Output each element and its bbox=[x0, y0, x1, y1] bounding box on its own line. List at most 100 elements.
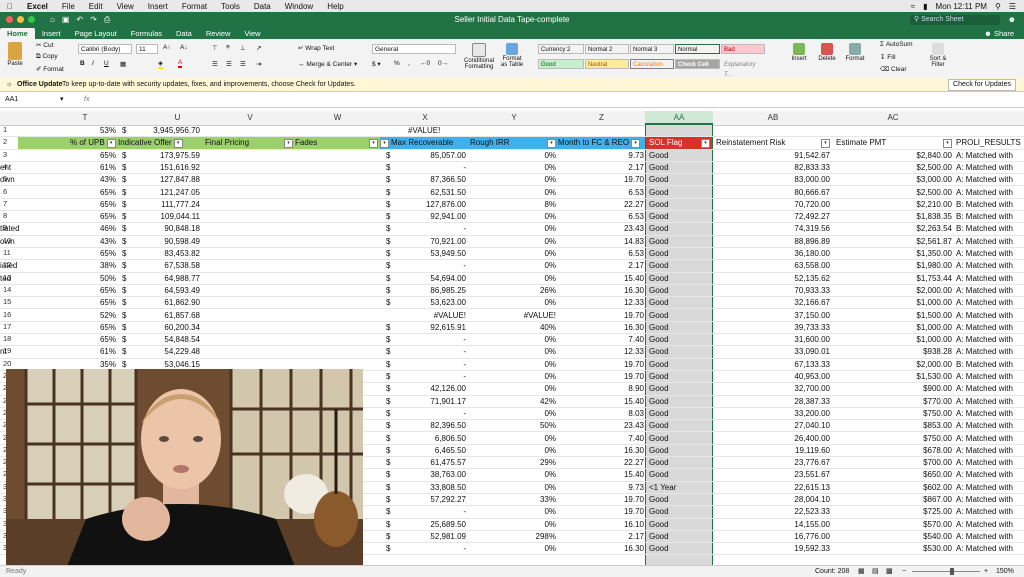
cell-pct-upb[interactable]: 65% bbox=[70, 248, 116, 260]
cell-reinstatement-risk[interactable]: 33,090.01 bbox=[716, 346, 830, 358]
cell-reinstatement-risk[interactable]: 23,551.67 bbox=[716, 469, 830, 481]
cell-reinstatement-risk[interactable]: 72,492.27 bbox=[716, 211, 830, 223]
cell-reinstatement-risk[interactable]: 36,180.00 bbox=[716, 248, 830, 260]
format-as-table-button[interactable]: Format as Table bbox=[499, 43, 525, 68]
cell-estimate-pmt[interactable]: $678.00 bbox=[836, 445, 952, 457]
cell-rough-irr[interactable]: 0% bbox=[480, 236, 556, 248]
cell-max-recoverable[interactable]: 53,623.00 bbox=[392, 297, 466, 309]
cell-proli-results[interactable]: B: Matched with bbox=[956, 359, 1024, 371]
cell-rough-irr[interactable]: 50% bbox=[480, 420, 556, 432]
cell-pct-upb[interactable]: 65% bbox=[70, 150, 116, 162]
cell-reinstatement-risk[interactable]: 70,933.33 bbox=[716, 285, 830, 297]
cell-estimate-pmt[interactable]: $3,000.00 bbox=[836, 174, 952, 186]
menu-help[interactable]: Help bbox=[320, 2, 350, 11]
cell-estimate-pmt[interactable]: $750.00 bbox=[836, 408, 952, 420]
cell-month-to-fc[interactable]: 16.30 bbox=[570, 445, 644, 457]
battery-icon[interactable]: ▮ bbox=[923, 2, 927, 11]
cell-reinstatement-risk[interactable]: 88,896.89 bbox=[716, 236, 830, 248]
cell-pct-upb[interactable]: 65% bbox=[70, 322, 116, 334]
cell-max-recoverable[interactable]: #VALUE! bbox=[392, 310, 466, 322]
cell-pct-upb[interactable]: 43% bbox=[70, 174, 116, 186]
cell-pct-upb[interactable]: 38% bbox=[70, 260, 116, 272]
cell-sol-flag[interactable]: Good bbox=[649, 519, 709, 531]
cell-month-to-fc[interactable]: 2.17 bbox=[570, 260, 644, 272]
cell-rough-irr[interactable]: 8% bbox=[480, 199, 556, 211]
page-layout-view-icon[interactable]: ▤ bbox=[872, 566, 879, 577]
increase-decimal-icon[interactable]: ←0 bbox=[420, 60, 430, 67]
cell-indicative-offer[interactable]: 90,848.18 bbox=[130, 223, 200, 235]
style-normal[interactable]: Normal bbox=[675, 44, 720, 54]
cell-max-recoverable[interactable]: - bbox=[392, 334, 466, 346]
cell-indicative-offer[interactable]: 173,975.59 bbox=[130, 150, 200, 162]
cell-rough-irr[interactable]: 0% bbox=[480, 359, 556, 371]
cell-month-to-fc[interactable]: 22.27 bbox=[570, 457, 644, 469]
account-icon[interactable]: ☻ bbox=[1008, 15, 1016, 24]
autosum-button[interactable]: Σ AutoSum bbox=[880, 41, 913, 48]
cell-proli-results[interactable]: A: Matched with bbox=[956, 174, 1024, 186]
cut-button[interactable]: ✂ Cut bbox=[36, 41, 53, 49]
zoom-slider[interactable] bbox=[912, 571, 980, 572]
cell-month-to-fc[interactable]: 19.70 bbox=[570, 371, 644, 383]
cell-month-to-fc[interactable]: 7.40 bbox=[570, 334, 644, 346]
col-header-AC[interactable]: AC bbox=[833, 111, 953, 125]
cell-month-to-fc[interactable]: 15.40 bbox=[570, 469, 644, 481]
align-bottom-icon[interactable]: ⊥ bbox=[240, 44, 246, 52]
cell-estimate-pmt[interactable]: $530.00 bbox=[836, 543, 952, 555]
cell-rough-irr[interactable]: 0% bbox=[480, 433, 556, 445]
menu-edit[interactable]: Edit bbox=[82, 2, 110, 11]
insert-cells-button[interactable]: Insert bbox=[786, 43, 812, 62]
cell-rough-irr[interactable]: 0% bbox=[480, 346, 556, 358]
col-header-AA[interactable]: AA bbox=[645, 111, 713, 125]
cell-sol-flag[interactable]: Good bbox=[649, 174, 709, 186]
cell-month-to-fc[interactable]: 12.33 bbox=[570, 346, 644, 358]
tab-home[interactable]: Home bbox=[0, 28, 35, 39]
align-middle-icon[interactable]: ≡ bbox=[226, 44, 230, 51]
cell-rough-irr[interactable]: 26% bbox=[480, 285, 556, 297]
cell-estimate-pmt[interactable]: $2,840.00 bbox=[836, 150, 952, 162]
cell-indicative-offer[interactable]: 109,044.11 bbox=[130, 211, 200, 223]
cell-indicative-offer[interactable]: 111,777.24 bbox=[130, 199, 200, 211]
wifi-icon[interactable]: ≈ bbox=[911, 2, 915, 11]
cell-pct-upb[interactable]: 65% bbox=[70, 199, 116, 211]
cell-max-recoverable[interactable]: 92,941.00 bbox=[392, 211, 466, 223]
tab-page-layout[interactable]: Page Layout bbox=[68, 28, 124, 39]
fx-label[interactable]: fx bbox=[84, 93, 89, 107]
header-fades[interactable]: Fades ▾ bbox=[295, 137, 380, 150]
merge-center-button[interactable]: ↔ Merge & Center ▾ bbox=[298, 60, 357, 68]
cell-month-to-fc[interactable]: 9.73 bbox=[570, 482, 644, 494]
cell-month-to-fc[interactable]: 22.27 bbox=[570, 199, 644, 211]
cell-indicative-offer[interactable]: 151,616.92 bbox=[130, 162, 200, 174]
cell-rough-irr[interactable]: 0% bbox=[480, 187, 556, 199]
cell-proli-results[interactable]: A: Matched with bbox=[956, 482, 1024, 494]
cell-estimate-pmt[interactable]: $867.00 bbox=[836, 494, 952, 506]
cell-sol-flag[interactable]: Good bbox=[649, 285, 709, 297]
cell-indicative-offer[interactable]: 61,857.68 bbox=[130, 310, 200, 322]
cell-max-recoverable[interactable]: 6,465.50 bbox=[392, 445, 466, 457]
header-rough-irr[interactable]: Rough IRR ▾ bbox=[470, 137, 558, 150]
cell-pct-upb[interactable]: 43% bbox=[70, 236, 116, 248]
align-center-icon[interactable]: ☰ bbox=[226, 60, 232, 68]
cell-rough-irr[interactable]: 0% bbox=[480, 248, 556, 260]
cell-indicative-offer[interactable]: 90,598.49 bbox=[130, 236, 200, 248]
header-estimate-pmt[interactable]: Estimate PMT ▾ bbox=[836, 137, 954, 149]
zoom-slider-thumb[interactable] bbox=[950, 568, 954, 575]
search-icon[interactable]: ⚲ bbox=[995, 2, 1001, 11]
cell-rough-irr[interactable]: #VALUE! bbox=[480, 310, 556, 322]
cell-sol-flag[interactable]: Good bbox=[649, 420, 709, 432]
cell-stub[interactable]: iated bbox=[0, 260, 40, 272]
cell-month-to-fc[interactable]: 16.10 bbox=[570, 519, 644, 531]
cell-stub[interactable] bbox=[0, 297, 40, 309]
cell-reinstatement-risk[interactable]: 32,166.67 bbox=[716, 297, 830, 309]
cell-sol-flag[interactable]: Good bbox=[649, 494, 709, 506]
cell-proli-results[interactable]: A: Matched with bbox=[956, 162, 1024, 174]
cell-max-recoverable[interactable]: 52,981.09 bbox=[392, 531, 466, 543]
cell-reinstatement-risk[interactable]: 19,119.60 bbox=[716, 445, 830, 457]
cell-rough-irr[interactable]: 29% bbox=[480, 457, 556, 469]
tab-formulas[interactable]: Formulas bbox=[124, 28, 169, 39]
cell-max-recoverable[interactable]: - bbox=[392, 408, 466, 420]
header-indicative-offer[interactable]: Indicative Offer ▾ bbox=[118, 137, 205, 150]
cell-month-to-fc[interactable]: 6.53 bbox=[570, 211, 644, 223]
style-currency-2[interactable]: Currency 2 bbox=[538, 44, 584, 54]
cell-proli-results[interactable]: A: Matched with bbox=[956, 408, 1024, 420]
delete-cells-button[interactable]: Delete bbox=[814, 43, 840, 62]
